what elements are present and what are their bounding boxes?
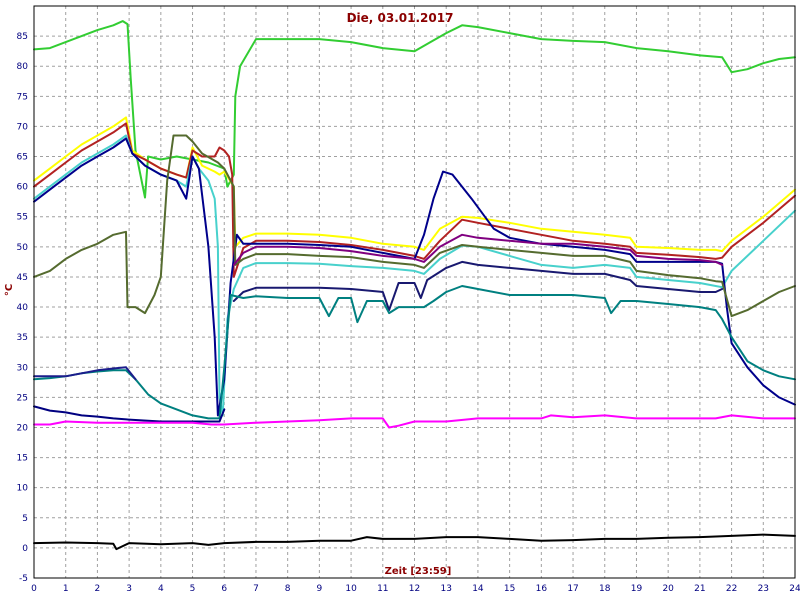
chart-background	[0, 0, 800, 600]
y-tick-label: 35	[17, 333, 28, 343]
x-tick-label: 21	[694, 584, 705, 594]
x-tick-label: 11	[377, 584, 388, 594]
temperature-chart: -50510152025303540455055606570758085 012…	[0, 0, 800, 600]
x-tick-label: 17	[567, 584, 578, 594]
x-tick-label: 2	[95, 584, 101, 594]
y-tick-label: 70	[17, 122, 29, 132]
y-tick-label: 65	[17, 153, 28, 163]
x-tick-label: 16	[536, 584, 548, 594]
x-tick-label: 24	[789, 584, 800, 594]
x-tick-label: 7	[253, 584, 259, 594]
y-tick-label: 5	[22, 514, 28, 524]
y-tick-label: 45	[17, 273, 28, 283]
y-axis-label: °C	[4, 284, 15, 296]
y-tick-label: 0	[22, 544, 28, 554]
x-tick-label: 10	[345, 584, 357, 594]
y-tick-label: -5	[19, 574, 28, 584]
x-tick-label: 1	[63, 584, 69, 594]
x-tick-label: 14	[472, 584, 484, 594]
x-tick-label: 15	[504, 584, 515, 594]
y-tick-label: 60	[17, 183, 29, 193]
y-tick-label: 75	[17, 92, 28, 102]
y-tick-label: 15	[17, 454, 28, 464]
x-tick-label: 13	[440, 584, 451, 594]
x-tick-label: 22	[726, 584, 737, 594]
y-tick-label: 55	[17, 213, 28, 223]
y-tick-label: 10	[17, 484, 29, 494]
chart-title: Die, 03.01.2017	[347, 11, 454, 25]
x-tick-label: 19	[631, 584, 643, 594]
x-tick-label: 8	[285, 584, 291, 594]
x-tick-label: 4	[158, 584, 164, 594]
y-tick-label: 30	[17, 363, 29, 373]
y-tick-label: 50	[17, 243, 29, 253]
x-tick-label: 3	[126, 584, 132, 594]
y-tick-label: 25	[17, 393, 28, 403]
x-tick-label: 0	[31, 584, 37, 594]
x-tick-label: 5	[190, 584, 196, 594]
x-tick-label: 18	[599, 584, 611, 594]
y-tick-label: 80	[17, 62, 29, 72]
x-axis-label: Zeit [23:59]	[385, 566, 452, 577]
y-tick-label: 85	[17, 32, 28, 42]
x-tick-label: 12	[409, 584, 420, 594]
x-tick-label: 23	[758, 584, 769, 594]
x-tick-label: 6	[221, 584, 227, 594]
y-tick-label: 20	[17, 423, 29, 433]
x-tick-label: 20	[662, 584, 674, 594]
y-tick-label: 40	[17, 303, 29, 313]
x-tick-label: 9	[317, 584, 323, 594]
